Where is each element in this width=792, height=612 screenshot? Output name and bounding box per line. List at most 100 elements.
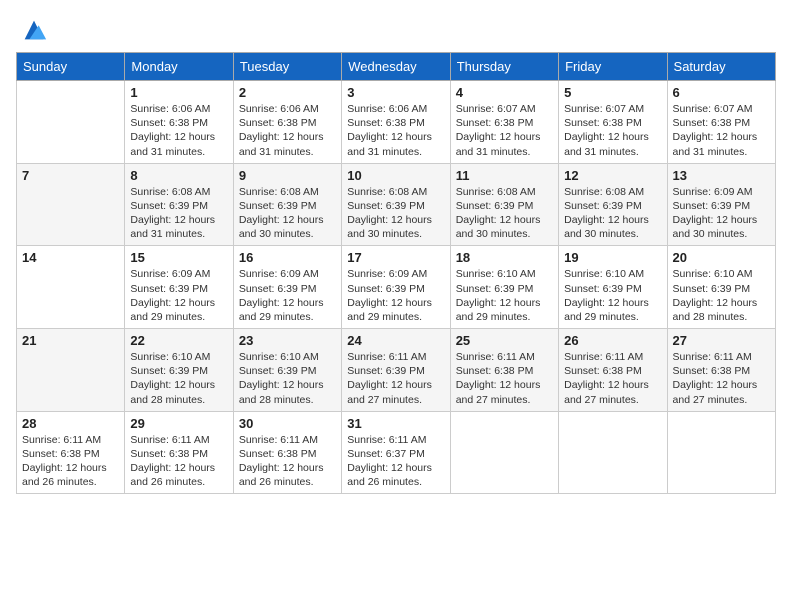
day-of-week-header: Wednesday [342,53,450,81]
day-info: Sunrise: 6:08 AMSunset: 6:39 PMDaylight:… [564,185,661,242]
day-number: 27 [673,333,770,348]
day-info: Sunrise: 6:07 AMSunset: 6:38 PMDaylight:… [564,102,661,159]
calendar-cell [667,411,775,494]
calendar-week-row: 1415Sunrise: 6:09 AMSunset: 6:39 PMDayli… [17,246,776,329]
day-info: Sunrise: 6:08 AMSunset: 6:39 PMDaylight:… [130,185,227,242]
day-number: 8 [130,168,227,183]
calendar-cell [17,81,125,164]
calendar-cell: 22 Sunrise: 6:10 AMSunset: 6:39 PMDayligh… [125,329,233,412]
day-info: Sunrise: 6:10 AMSunset: 6:39 PMDaylight:… [673,267,770,324]
day-info: Sunrise: 6:07 AMSunset: 6:38 PMDaylight:… [673,102,770,159]
day-number: 16 [239,250,336,265]
day-number: 22 [130,333,227,348]
calendar-table: SundayMondayTuesdayWednesdayThursdayFrid… [16,52,776,494]
day-number: 4 [456,85,553,100]
logo-icon [20,16,48,44]
day-info: Sunrise: 6:10 AMSunset: 6:39 PMDaylight:… [456,267,553,324]
calendar-cell: 5 Sunrise: 6:07 AMSunset: 6:38 PMDaylight… [559,81,667,164]
calendar-cell [450,411,558,494]
day-info: Sunrise: 6:10 AMSunset: 6:39 PMDaylight:… [239,350,336,407]
calendar-header-row: SundayMondayTuesdayWednesdayThursdayFrid… [17,53,776,81]
calendar-cell: 20Sunrise: 6:10 AMSunset: 6:39 PMDayligh… [667,246,775,329]
day-number: 19 [564,250,661,265]
calendar-cell: 9 Sunrise: 6:08 AMSunset: 6:39 PMDaylight… [233,163,341,246]
day-number: 17 [347,250,444,265]
calendar-week-row: 1 Sunrise: 6:06 AMSunset: 6:38 PMDaylight… [17,81,776,164]
day-number: 24 [347,333,444,348]
day-info: Sunrise: 6:08 AMSunset: 6:39 PMDaylight:… [456,185,553,242]
calendar-cell: 18 Sunrise: 6:10 AMSunset: 6:39 PMDayligh… [450,246,558,329]
day-number: 11 [456,168,553,183]
calendar-cell: 29 Sunrise: 6:11 AMSunset: 6:38 PMDayligh… [125,411,233,494]
logo [16,16,48,44]
day-info: Sunrise: 6:06 AMSunset: 6:38 PMDaylight:… [347,102,444,159]
calendar-week-row: 28 Sunrise: 6:11 AMSunset: 6:38 PMDayligh… [17,411,776,494]
calendar-cell: 31 Sunrise: 6:11 AMSunset: 6:37 PMDayligh… [342,411,450,494]
day-number: 1 [130,85,227,100]
day-number: 10 [347,168,444,183]
day-number: 3 [347,85,444,100]
day-number: 31 [347,416,444,431]
day-info: Sunrise: 6:11 AMSunset: 6:38 PMDaylight:… [130,433,227,490]
day-number: 21 [22,333,119,348]
day-info: Sunrise: 6:09 AMSunset: 6:39 PMDaylight:… [239,267,336,324]
calendar-cell: 16 Sunrise: 6:09 AMSunset: 6:39 PMDayligh… [233,246,341,329]
day-info: Sunrise: 6:06 AMSunset: 6:38 PMDaylight:… [130,102,227,159]
day-of-week-header: Thursday [450,53,558,81]
day-number: 9 [239,168,336,183]
day-of-week-header: Monday [125,53,233,81]
day-number: 18 [456,250,553,265]
day-info: Sunrise: 6:09 AMSunset: 6:39 PMDaylight:… [673,185,770,242]
page-header [16,16,776,44]
day-number: 14 [22,250,119,265]
calendar-cell: 10 Sunrise: 6:08 AMSunset: 6:39 PMDayligh… [342,163,450,246]
day-info: Sunrise: 6:06 AMSunset: 6:38 PMDaylight:… [239,102,336,159]
day-info: Sunrise: 6:10 AMSunset: 6:39 PMDaylight:… [130,350,227,407]
calendar-cell: 1 Sunrise: 6:06 AMSunset: 6:38 PMDaylight… [125,81,233,164]
calendar-cell: 26 Sunrise: 6:11 AMSunset: 6:38 PMDayligh… [559,329,667,412]
calendar-cell: 7 [17,163,125,246]
calendar-cell: 4 Sunrise: 6:07 AMSunset: 6:38 PMDaylight… [450,81,558,164]
calendar-week-row: 21 22 Sunrise: 6:10 AMSunset: 6:39 PMDayli… [17,329,776,412]
day-number: 13 [673,168,770,183]
day-info: Sunrise: 6:11 AMSunset: 6:37 PMDaylight:… [347,433,444,490]
calendar-cell: 19 Sunrise: 6:10 AMSunset: 6:39 PMDayligh… [559,246,667,329]
calendar-cell: 8 Sunrise: 6:08 AMSunset: 6:39 PMDaylight… [125,163,233,246]
calendar-cell: 3 Sunrise: 6:06 AMSunset: 6:38 PMDaylight… [342,81,450,164]
calendar-cell: 12Sunrise: 6:08 AMSunset: 6:39 PMDayligh… [559,163,667,246]
day-info: Sunrise: 6:11 AMSunset: 6:39 PMDaylight:… [347,350,444,407]
calendar-cell: 30 Sunrise: 6:11 AMSunset: 6:38 PMDayligh… [233,411,341,494]
day-info: Sunrise: 6:11 AMSunset: 6:38 PMDaylight:… [564,350,661,407]
calendar-cell: 14 [17,246,125,329]
calendar-cell: 2 Sunrise: 6:06 AMSunset: 6:38 PMDaylight… [233,81,341,164]
calendar-cell: 15Sunrise: 6:09 AMSunset: 6:39 PMDayligh… [125,246,233,329]
day-of-week-header: Friday [559,53,667,81]
day-info: Sunrise: 6:11 AMSunset: 6:38 PMDaylight:… [239,433,336,490]
calendar-cell: 13 Sunrise: 6:09 AMSunset: 6:39 PMDayligh… [667,163,775,246]
day-info: Sunrise: 6:07 AMSunset: 6:38 PMDaylight:… [456,102,553,159]
day-number: 6 [673,85,770,100]
calendar-cell: 17 Sunrise: 6:09 AMSunset: 6:39 PMDayligh… [342,246,450,329]
day-number: 15 [130,250,227,265]
day-number: 28 [22,416,119,431]
day-info: Sunrise: 6:11 AMSunset: 6:38 PMDaylight:… [22,433,119,490]
day-number: 29 [130,416,227,431]
calendar-cell: 6 Sunrise: 6:07 AMSunset: 6:38 PMDaylight… [667,81,775,164]
day-number: 2 [239,85,336,100]
day-number: 26 [564,333,661,348]
day-info: Sunrise: 6:08 AMSunset: 6:39 PMDaylight:… [239,185,336,242]
day-of-week-header: Saturday [667,53,775,81]
day-info: Sunrise: 6:09 AMSunset: 6:39 PMDaylight:… [347,267,444,324]
calendar-cell: 25 Sunrise: 6:11 AMSunset: 6:38 PMDayligh… [450,329,558,412]
calendar-cell: 27 Sunrise: 6:11 AMSunset: 6:38 PMDayligh… [667,329,775,412]
day-number: 5 [564,85,661,100]
day-of-week-header: Sunday [17,53,125,81]
day-number: 30 [239,416,336,431]
day-info: Sunrise: 6:10 AMSunset: 6:39 PMDaylight:… [564,267,661,324]
day-number: 23 [239,333,336,348]
day-number: 25 [456,333,553,348]
calendar-week-row: 78 Sunrise: 6:08 AMSunset: 6:39 PMDayligh… [17,163,776,246]
day-info: Sunrise: 6:08 AMSunset: 6:39 PMDaylight:… [347,185,444,242]
day-info: Sunrise: 6:11 AMSunset: 6:38 PMDaylight:… [456,350,553,407]
day-info: Sunrise: 6:11 AMSunset: 6:38 PMDaylight:… [673,350,770,407]
